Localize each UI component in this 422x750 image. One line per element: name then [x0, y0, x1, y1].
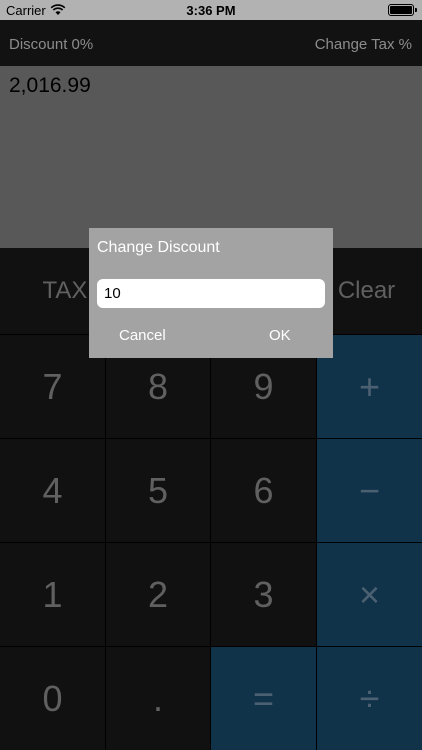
ok-button[interactable]: OK: [269, 327, 291, 344]
discount-input[interactable]: 10: [97, 279, 325, 308]
cancel-button[interactable]: Cancel: [119, 327, 166, 344]
dialog-title: Change Discount: [97, 239, 220, 256]
change-discount-dialog: Change Discount 10 Cancel OK: [89, 228, 333, 358]
modal-overlay: [0, 0, 422, 750]
